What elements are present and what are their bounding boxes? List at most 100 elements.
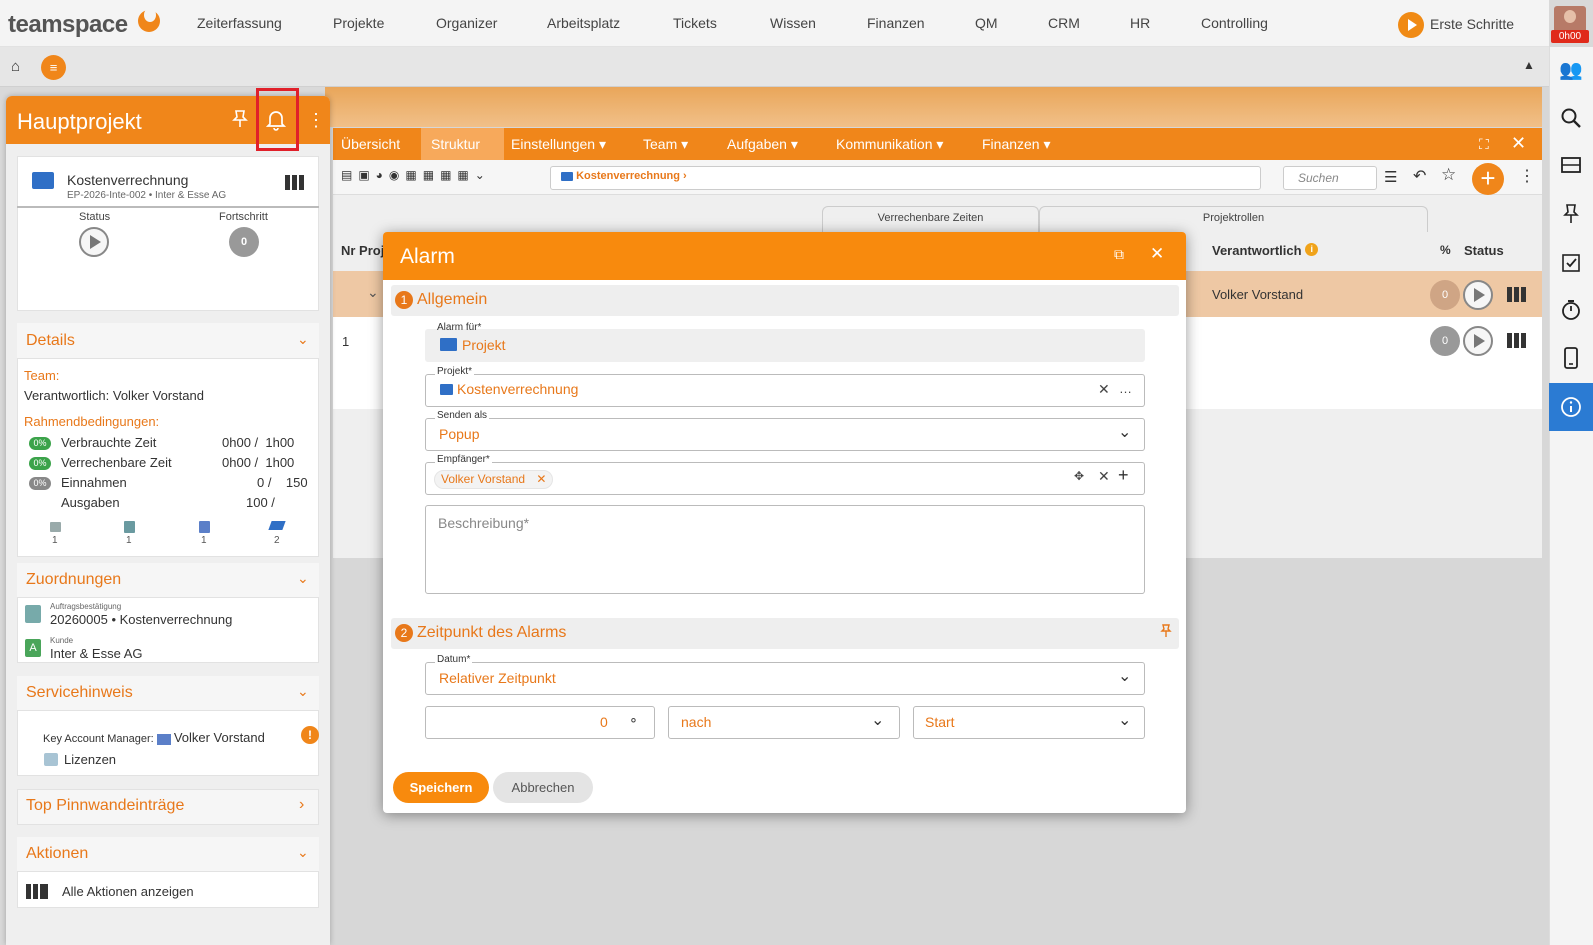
save-button[interactable]: Speichern [393, 772, 489, 803]
nav-qm[interactable]: QM [975, 15, 998, 31]
zuordnung-value[interactable]: 20260005 • Kostenverrechnung [50, 612, 232, 627]
onboarding-link[interactable]: Erste Schritte [1430, 16, 1514, 32]
close-window-icon[interactable]: ✕ [1511, 133, 1526, 154]
row-grid-menu-icon[interactable] [1507, 333, 1526, 348]
nav-wissen[interactable]: Wissen [770, 15, 816, 31]
progress-label: Fortschritt [219, 211, 268, 223]
chevron-down-icon[interactable]: ⌄ [1118, 666, 1131, 686]
breadcrumb-item[interactable]: Kostenverrechnung › [561, 170, 687, 182]
expand-chevron-icon[interactable]: ⌄ [367, 284, 379, 301]
people-icon[interactable]: 👥 [1559, 59, 1583, 83]
pct-badge: 0% [29, 437, 51, 450]
nav-projekte[interactable]: Projekte [333, 15, 384, 31]
onboarding-play-icon[interactable] [1398, 12, 1424, 38]
column-pct[interactable]: % [1440, 243, 1451, 257]
remove-chip-icon[interactable]: ✕ [536, 472, 546, 486]
chevron-down-icon[interactable]: ⌄ [297, 570, 309, 587]
nav-tickets[interactable]: Tickets [673, 15, 717, 31]
sub-toolbar [0, 47, 1549, 87]
menu-icon[interactable]: ≡ [41, 55, 66, 80]
add-button[interactable]: + [1472, 163, 1504, 195]
column-verantwortlich[interactable]: Verantwortlich i [1212, 243, 1319, 258]
search-input[interactable]: Suchen [1283, 166, 1377, 190]
info-panel-button[interactable] [1549, 383, 1593, 431]
description-textarea[interactable]: Beschreibung* [425, 505, 1145, 594]
licenses-link[interactable]: Lizenzen [64, 752, 116, 767]
toolbar-icons[interactable]: ▤▣◕◉▦▦▦▦⌄ [341, 168, 491, 182]
folder-small-icon[interactable] [50, 522, 61, 532]
project-name[interactable]: Kostenverrechnung [67, 172, 188, 188]
send-as-select[interactable] [425, 418, 1145, 451]
tab-uebersicht[interactable]: Übersicht [341, 136, 400, 152]
alarm-dialog-header [383, 232, 1186, 280]
nav-organizer[interactable]: Organizer [436, 15, 497, 31]
tab-einstellungen[interactable]: Einstellungen ▾ [511, 136, 606, 153]
tab-team[interactable]: Team ▾ [643, 136, 688, 153]
search-icon[interactable] [1559, 107, 1583, 131]
document-small-icon[interactable] [124, 521, 135, 533]
tab-kommunikation[interactable]: Kommunikation ▾ [836, 136, 943, 153]
chevron-right-icon[interactable]: › [299, 796, 304, 814]
maximize-icon[interactable]: ⛶ [1479, 136, 1489, 153]
kam-value[interactable]: Volker Vorstand [174, 730, 265, 745]
clear-icon[interactable]: ✕ [1098, 468, 1110, 485]
grid-menu-icon[interactable] [285, 175, 304, 190]
lightbulb-icon[interactable]: ⚬ [628, 713, 639, 729]
pin-section-icon[interactable] [1160, 624, 1172, 642]
collapse-up-icon[interactable]: ▲ [1523, 58, 1535, 72]
chevron-down-icon[interactable]: ⌄ [297, 683, 309, 700]
pin-icon[interactable] [1559, 203, 1583, 227]
nav-hr[interactable]: HR [1130, 15, 1150, 31]
clock-document-icon[interactable] [199, 521, 210, 533]
star-icon[interactable]: ☆ [1441, 165, 1456, 185]
counter: 1 [201, 535, 207, 546]
stopwatch-icon[interactable] [1559, 299, 1583, 323]
nav-crm[interactable]: CRM [1048, 15, 1080, 31]
kebab-menu-icon[interactable]: ⋮ [307, 110, 325, 131]
close-dialog-icon[interactable]: ✕ [1150, 244, 1164, 264]
chevron-down-icon[interactable]: ⌄ [1118, 710, 1131, 730]
tab-finanzen[interactable]: Finanzen ▾ [982, 136, 1051, 153]
row-status-play-icon[interactable] [1463, 280, 1493, 310]
warning-icon[interactable]: ! [301, 726, 319, 744]
move-icon[interactable]: ✥ [1074, 469, 1084, 483]
pin-icon[interactable] [232, 109, 248, 134]
home-icon[interactable]: ⌂ [11, 58, 20, 75]
nav-arbeitsplatz[interactable]: Arbeitsplatz [547, 15, 620, 31]
chevron-down-icon[interactable]: ⌄ [871, 710, 884, 730]
cancel-button[interactable]: Abbrechen [493, 772, 593, 803]
section-allgemein-header[interactable] [391, 285, 1179, 316]
nav-finanzen[interactable]: Finanzen [867, 15, 925, 31]
chevron-down-icon[interactable]: ⌄ [1118, 422, 1131, 442]
nav-controlling[interactable]: Controlling [1201, 15, 1268, 31]
filter-icon[interactable]: ☰ [1384, 168, 1397, 186]
chevron-down-icon[interactable]: ⌄ [297, 331, 309, 348]
undo-icon[interactable]: ↶ [1413, 166, 1426, 186]
nav-zeiterfassung[interactable]: Zeiterfassung [197, 15, 282, 31]
chevron-down-icon[interactable]: ⌄ [297, 844, 309, 861]
row-status-play-icon[interactable] [1463, 326, 1493, 356]
inbox-icon[interactable] [1559, 155, 1583, 179]
section-allgemein-title: Allgemein [417, 291, 488, 308]
recipient-chip[interactable]: Volker Vorstand ✕ [434, 470, 554, 489]
condition-label: Verbrauchte Zeit [61, 435, 157, 450]
tab-aufgaben[interactable]: Aufgaben ▾ [727, 136, 798, 153]
column-nr[interactable]: Nr Proj [341, 243, 384, 258]
clear-icon[interactable]: ✕ [1098, 381, 1110, 398]
contact-card-icon [156, 733, 171, 745]
offset-input[interactable] [425, 706, 655, 739]
zuordnung-value[interactable]: Inter & Esse AG [50, 646, 143, 661]
restore-window-icon[interactable]: ⧉ [1114, 246, 1124, 263]
column-status[interactable]: Status [1464, 243, 1504, 258]
send-as-value: Popup [439, 426, 480, 442]
more-options-icon[interactable]: … [1119, 381, 1132, 396]
checklist-icon[interactable] [1559, 251, 1583, 275]
all-actions-link[interactable]: Alle Aktionen anzeigen [62, 884, 194, 899]
mobile-icon[interactable] [1559, 347, 1583, 371]
row-grid-menu-icon[interactable] [1507, 287, 1526, 302]
more-menu-icon[interactable]: ⋮ [1519, 166, 1535, 186]
add-recipient-icon[interactable]: + [1118, 465, 1129, 486]
app-logo[interactable]: teamspace [8, 11, 128, 39]
status-play-icon[interactable] [79, 227, 109, 257]
tab-struktur[interactable]: Struktur [431, 136, 480, 152]
